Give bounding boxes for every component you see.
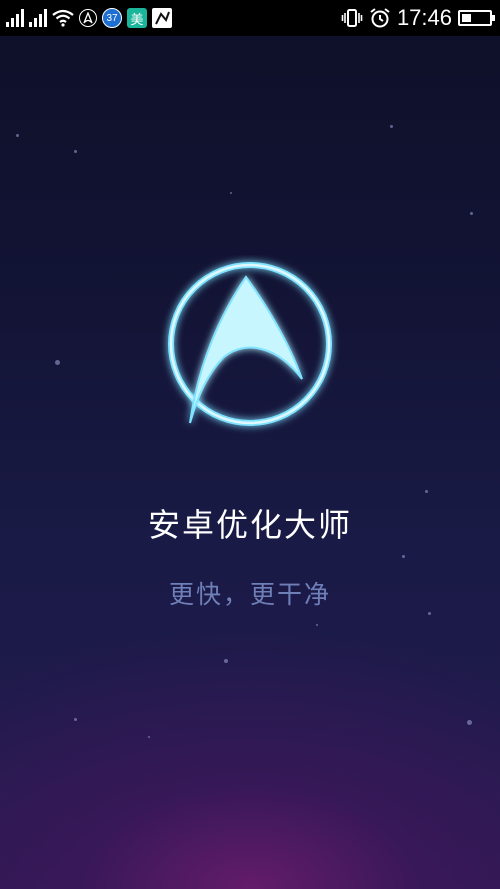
alarm-icon	[370, 8, 390, 28]
star	[74, 718, 77, 721]
star	[402, 555, 405, 558]
status-bar-left: 37 美	[6, 5, 172, 31]
battery-icon	[458, 10, 495, 26]
splash-screen: 37 美 17:46 安卓优化大师 更快，更干净	[0, 0, 500, 889]
star	[470, 212, 473, 215]
meituan-icon: 美	[127, 8, 147, 28]
star	[428, 612, 431, 615]
star	[390, 125, 393, 128]
status-time: 17:46	[396, 5, 452, 30]
status-bar-right: 17:46	[341, 5, 495, 31]
navigation-app-icon	[79, 9, 97, 27]
app-logo-icon	[168, 262, 332, 426]
status-bar: 37 美 17:46	[0, 0, 500, 36]
signal-icon-2	[29, 9, 47, 27]
app-name: 安卓优化大师	[147, 506, 352, 544]
wifi-icon	[52, 9, 74, 27]
star	[230, 192, 232, 194]
tagline: 更快，更干净	[168, 580, 331, 609]
star	[425, 490, 428, 493]
star	[16, 134, 19, 137]
vibrate-icon	[341, 9, 363, 27]
star	[467, 720, 472, 725]
notification-count-badge: 37	[102, 8, 122, 28]
star	[74, 150, 77, 153]
arrow-logo-icon	[83, 12, 93, 24]
star	[316, 624, 318, 626]
star	[148, 736, 150, 738]
star	[224, 659, 228, 663]
star	[55, 360, 60, 365]
signal-icon	[6, 9, 24, 27]
app-notification-icon	[152, 8, 172, 28]
